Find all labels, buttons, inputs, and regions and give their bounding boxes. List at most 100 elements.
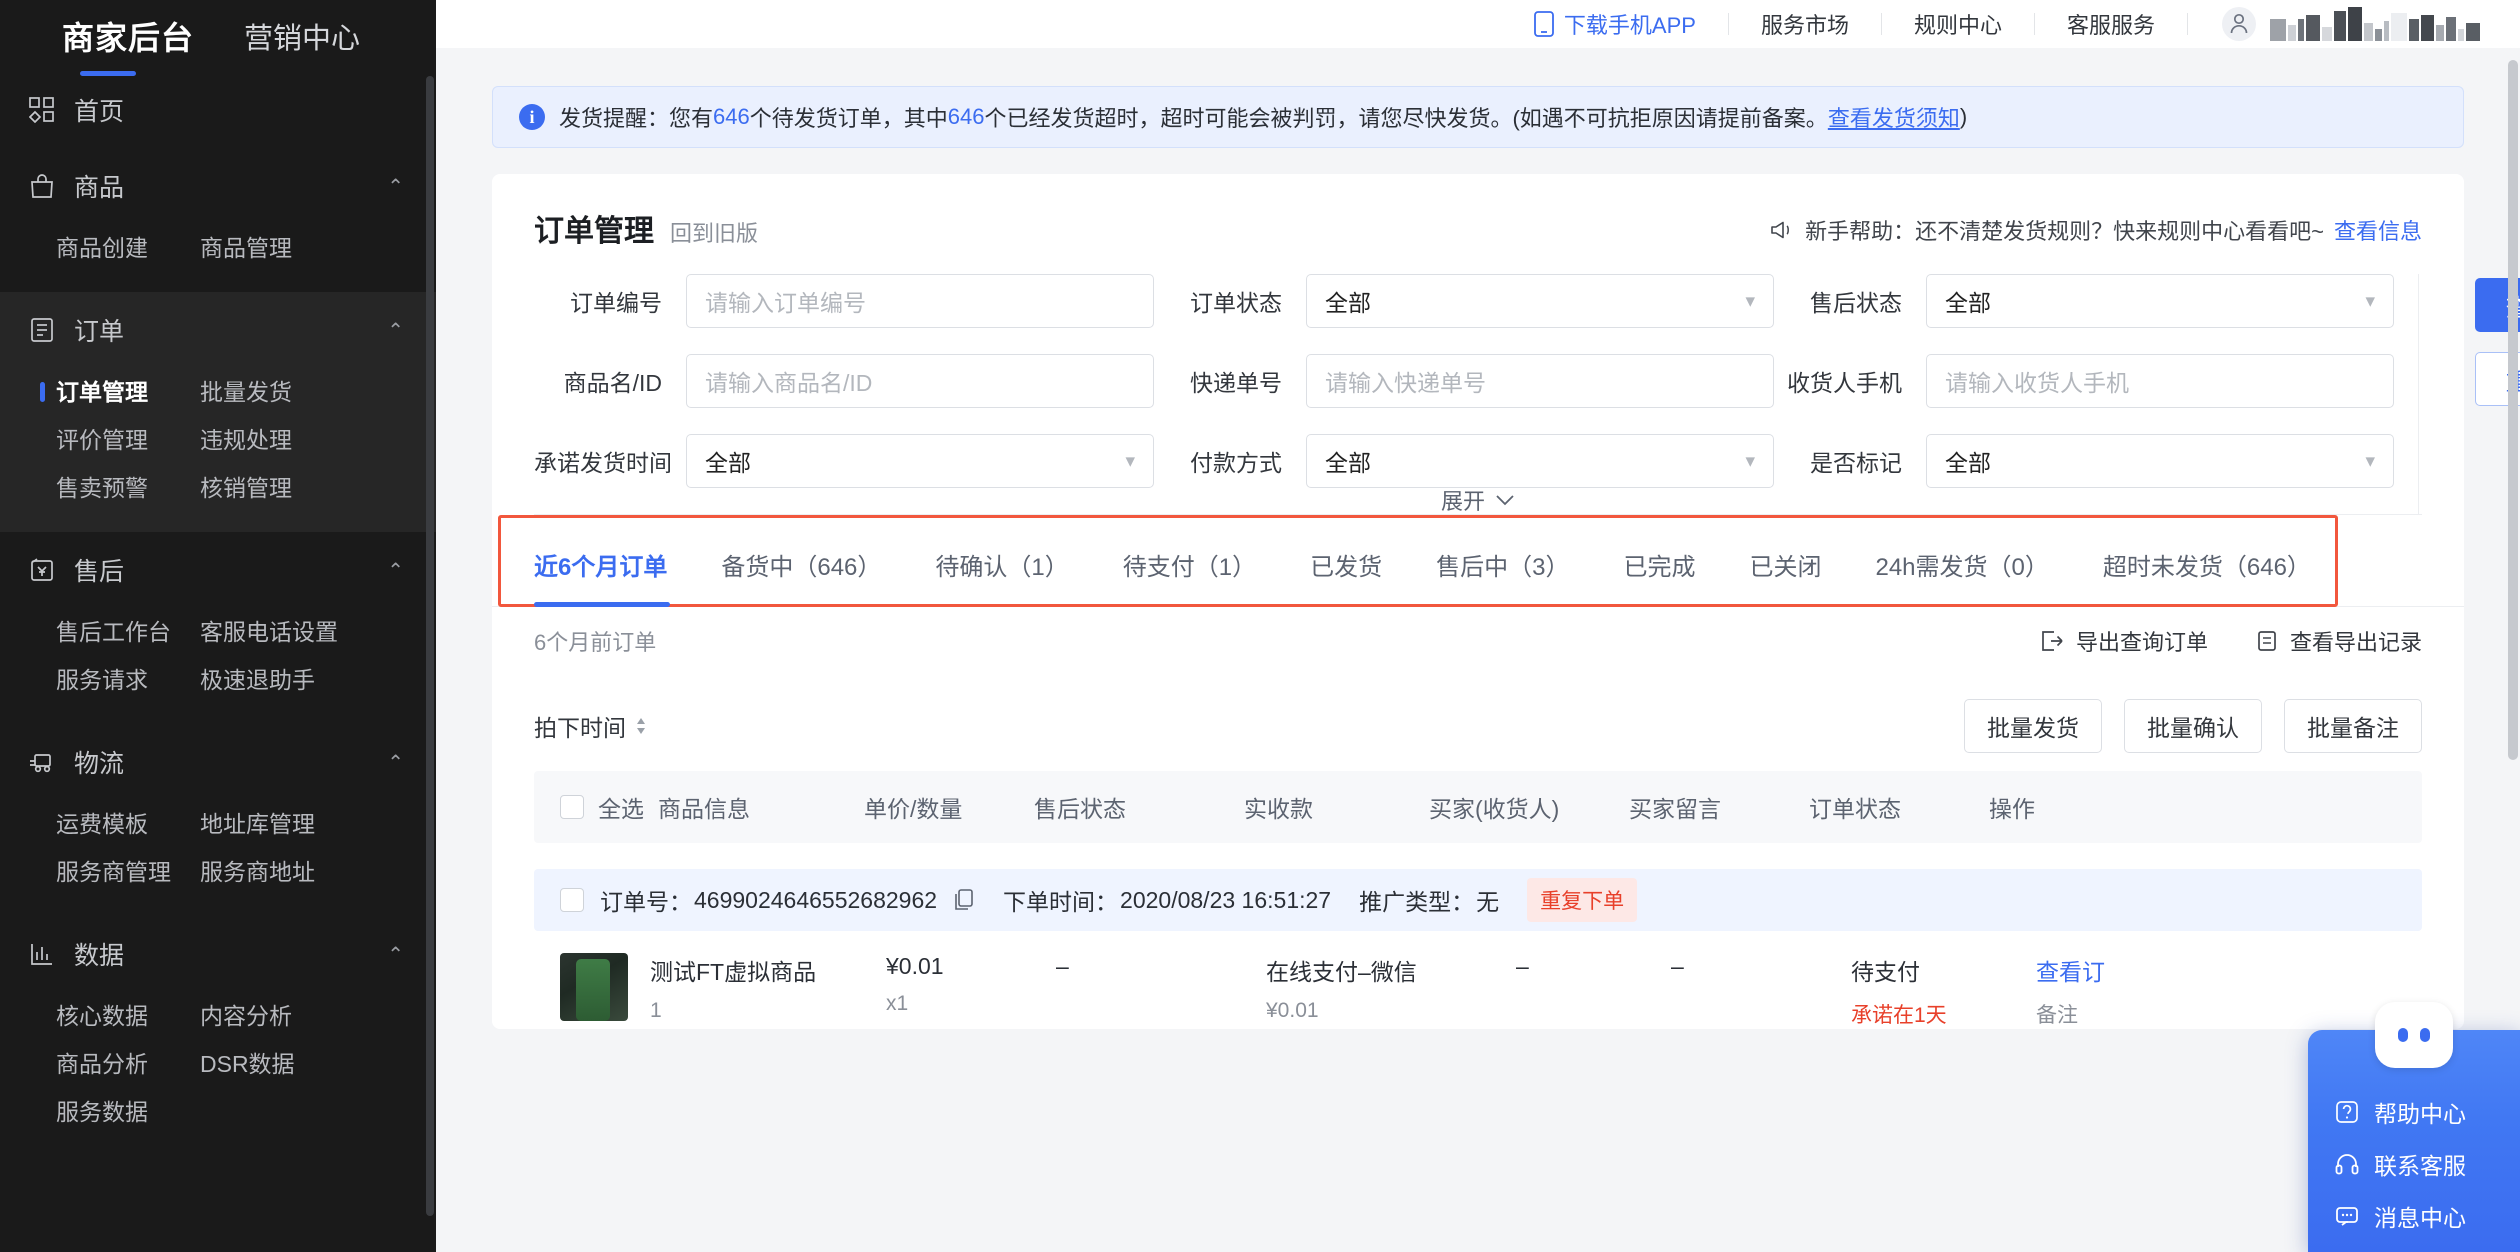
banner-count-overdue: 646 [947,104,985,129]
sidebar-item-违规处理[interactable]: 违规处理 [200,416,436,464]
tab-1[interactable]: 备货中（646） [694,523,908,607]
tab-9[interactable]: 超时未发货（646） [2076,523,2338,607]
sidebar-group-header-4[interactable]: 物流 ⌃ [0,724,436,800]
filter-input-订单编号[interactable]: 请输入订单编号 [686,274,1154,328]
sidebar-item-商品创建[interactable]: 商品创建 [56,224,174,272]
sidebar-item-极速退助手[interactable]: 极速退助手 [200,656,436,704]
column-buyer: 买家(收货人) [1429,796,1560,822]
page-scrollbar[interactable] [2508,60,2518,760]
promo-type-value: 无 [1476,889,1500,915]
expand-filters-button[interactable]: 展开 [1441,484,1515,516]
banner-shipping-notice-link[interactable]: 查看发货须知 [1828,101,1960,133]
topbar-item-service-market[interactable]: 服务市场 [1729,8,1881,40]
filter-row-承诺发货时间: 承诺发货时间 全部 ▾ [534,434,1154,488]
sidebar-item-DSR数据[interactable]: DSR数据 [200,1040,436,1088]
topbar-item-customer-service[interactable]: 客服服务 [2035,8,2187,40]
sidebar-item-商品管理[interactable]: 商品管理 [200,224,436,272]
sidebar-group-header-3[interactable]: 售后 ⌃ [0,532,436,608]
product-thumbnail[interactable] [560,953,628,1021]
sidebar-item-内容分析[interactable]: 内容分析 [200,992,436,1040]
orders-subheader: 6个月前订单 导出查询订单 查看导出记录 [492,607,2464,675]
sidebar-item-服务商地址[interactable]: 服务商地址 [200,848,436,896]
sidebar-item-服务商管理[interactable]: 服务商管理 [56,848,174,896]
help-widget-消息中心[interactable]: 消息中心 [2308,1190,2520,1242]
view-order-link[interactable]: 查看订 [2036,959,2105,985]
filter-column-1: 订单编号 请输入订单编号 商品名/ID 请输入商品名/ID 承诺发货时间 全部 ▾ [534,274,1154,514]
sidebar-item-服务请求[interactable]: 服务请求 [56,656,174,704]
filter-select-售后状态[interactable]: 全部 ▾ [1926,274,2394,328]
brand-merchant-backend[interactable]: 商家后台 [62,13,194,76]
chevron-up-icon[interactable]: ⌃ [387,318,404,343]
sidebar-group-header-5[interactable]: 数据 ⌃ [0,916,436,992]
download-app-link[interactable]: 下载手机APP [1502,8,1728,40]
order-select-checkbox[interactable] [560,888,584,912]
add-note-link[interactable]: 备注 [2036,999,2196,1029]
sidebar-item-客服电话设置[interactable]: 客服电话设置 [200,608,436,656]
tab-4[interactable]: 已发货 [1283,523,1409,607]
tab-7[interactable]: 已关闭 [1722,523,1848,607]
sidebar-item-售后工作台[interactable]: 售后工作台 [56,608,174,656]
order-time-label: 下单时间： [1003,889,1119,915]
sidebar-sublinks-5: 核心数据 内容分析 商品分析 DSR数据 服务数据 [0,992,436,1156]
tab-0[interactable]: 近6个月订单 [534,523,694,607]
filter-select-是否标记[interactable]: 全部 ▾ [1926,434,2394,488]
batch-button-批量确认[interactable]: 批量确认 [2124,699,2262,753]
sidebar-group-header-1[interactable]: 商品 ⌃ [0,148,436,224]
filter-input-快递单号[interactable]: 请输入快递单号 [1306,354,1774,408]
sidebar-item-地址库管理[interactable]: 地址库管理 [200,800,436,848]
filter-input-商品名/ID[interactable]: 请输入商品名/ID [686,354,1154,408]
sort-by-order-time[interactable]: 拍下时间 [534,709,648,743]
unit-price-cell: ¥0.01 x1 [886,953,1056,1029]
chevron-up-icon[interactable]: ⌃ [387,750,404,775]
tab-3[interactable]: 待支付（1） [1096,523,1283,607]
sidebar-item-售卖预警[interactable]: 售卖预警 [56,464,174,512]
batch-button-批量发货[interactable]: 批量发货 [1964,699,2102,753]
product-name[interactable]: 测试FT虚拟商品 [650,959,816,985]
filter-input-收货人手机[interactable]: 请输入收货人手机 [1926,354,2394,408]
view-info-link[interactable]: 查看信息 [2334,214,2422,246]
sidebar-item-订单管理[interactable]: 订单管理 [40,368,174,416]
sidebar-item-核心数据[interactable]: 核心数据 [56,992,174,1040]
sidebar-item-核销管理[interactable]: 核销管理 [200,464,436,512]
user-menu[interactable] [2188,7,2480,41]
promo-type-label: 推广类型： [1359,889,1475,915]
export-query-orders-button[interactable]: 导出查询订单 [2040,625,2208,657]
order-status: 待支付 [1851,959,1920,985]
topbar-item-rule-center[interactable]: 规则中心 [1882,8,2034,40]
order-tabs-wrap: 近6个月订单 备货中（646） 待确认（1） 待支付（1） 已发货 售后中（3） 已完成 已关… [492,515,2464,607]
sidebar-item-服务数据[interactable]: 服务数据 [56,1088,174,1136]
sidebar-item-商品分析[interactable]: 商品分析 [56,1040,174,1088]
filter-label-付款方式: 付款方式 [1190,450,1282,476]
batch-button-批量备注[interactable]: 批量备注 [2284,699,2422,753]
status-badge-repeat-order: 重复下单 [1527,878,1638,922]
sidebar-group-header-2[interactable]: 订单 ⌃ [0,292,436,368]
sidebar-group-label: 数据 [74,942,125,970]
chevron-up-icon[interactable]: ⌃ [387,942,404,967]
filter-select-订单状态[interactable]: 全部 ▾ [1306,274,1774,328]
brand-marketing-center[interactable]: 营销中心 [244,15,360,57]
sidebar-item-评价管理[interactable]: 评价管理 [56,416,174,464]
tab-5[interactable]: 售后中（3） [1409,523,1596,607]
sidebar-item-批量发货[interactable]: 批量发货 [200,368,436,416]
filter-select-承诺发货时间[interactable]: 全部 ▾ [686,434,1154,488]
chevron-up-icon[interactable]: ⌃ [387,558,404,583]
tab-2[interactable]: 待确认（1） [908,523,1095,607]
select-all-checkbox[interactable] [560,795,584,819]
sidebar-group-label: 首页 [74,98,125,126]
chevron-up-icon[interactable]: ⌃ [387,174,404,199]
tab-6[interactable]: 已完成 [1596,523,1722,607]
help-widget-联系客服[interactable]: 联系客服 [2308,1138,2520,1190]
order-management-card: 订单管理 回到旧版 新手帮助：还不清楚发货规则？快来规则中心看看吧~ 查看信息 … [492,174,2520,1029]
filter-select-付款方式[interactable]: 全部 ▾ [1306,434,1774,488]
sidebar-group-header-0[interactable]: 首页 [0,72,436,148]
help-widget-帮助中心[interactable]: 帮助中心 [2308,1086,2520,1138]
copy-icon[interactable] [953,888,975,912]
tab-8[interactable]: 24h需发货（0） [1848,523,2075,607]
robot-face-icon[interactable] [2375,1002,2453,1068]
older-orders-link[interactable]: 6个月前订单 [534,625,656,657]
back-to-old-version-link[interactable]: 回到旧版 [670,216,758,248]
sidebar-scrollbar[interactable] [426,76,434,1216]
banner-mid1: 个待发货订单，其中 [749,106,948,131]
sidebar-item-运费模板[interactable]: 运费模板 [56,800,174,848]
view-export-records-button[interactable]: 查看导出记录 [2256,625,2422,657]
